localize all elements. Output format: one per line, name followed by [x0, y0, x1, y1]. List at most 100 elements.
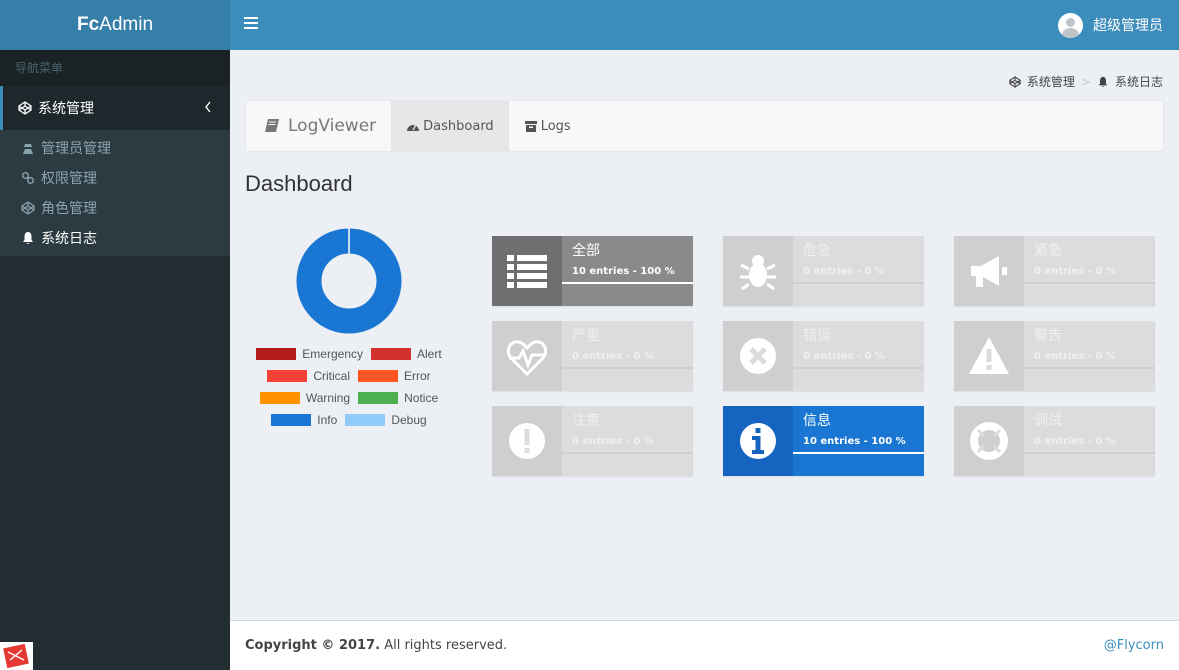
life-ring-icon: [954, 406, 1024, 476]
author-link[interactable]: @Flycorn: [1104, 638, 1164, 653]
tab-label: Logs: [540, 118, 571, 134]
bug-icon: [723, 236, 793, 306]
sidebar-header: 导航菜单: [0, 50, 230, 86]
legend-swatch: [358, 392, 399, 404]
level-entries: 0 entries - 0 %: [803, 351, 885, 362]
level-name: 调试: [1034, 413, 1062, 429]
level-box[interactable]: 警告 0 entries - 0 %: [954, 321, 1155, 391]
debugbar-icon[interactable]: [0, 642, 33, 670]
codepen-icon: [18, 101, 32, 115]
level-progress-bar: [793, 282, 924, 284]
sidebar-item-permissions[interactable]: 权限管理: [0, 163, 230, 193]
breadcrumb-item-system[interactable]: 系统管理: [1027, 73, 1075, 90]
level-box[interactable]: 严重 0 entries - 0 %: [492, 321, 693, 391]
legend-row: Critical Error: [245, 365, 453, 387]
sidebar-item-roles[interactable]: 角色管理: [0, 193, 230, 223]
user-menu[interactable]: 超级管理员: [1058, 12, 1163, 38]
level-box-content: 注意 0 entries - 0 %: [562, 406, 693, 453]
level-progress-bar: [1024, 452, 1155, 454]
level-entries: 0 entries - 0 %: [1034, 436, 1116, 447]
level-progress-bar: [562, 367, 693, 369]
logviewer-brand[interactable]: LogViewer: [246, 101, 391, 151]
tab-dashboard[interactable]: Dashboard: [391, 101, 509, 151]
level-progress-bar: [562, 452, 693, 454]
level-box[interactable]: 紧急 0 entries - 0 %: [954, 236, 1155, 306]
level-entries: 10 entries - 100 %: [803, 436, 906, 447]
level-box-content: 警告 0 entries - 0 %: [1024, 321, 1155, 368]
legend-swatch: [259, 392, 300, 404]
breadcrumb-item-logs: 系统日志: [1114, 75, 1163, 89]
legend-item-info[interactable]: Info: [271, 413, 337, 427]
copyright-rest: All rights reserved.: [380, 638, 508, 653]
level-entries: 0 entries - 0 %: [572, 351, 654, 362]
level-name: 危急: [803, 243, 831, 259]
codepen-icon: [1009, 75, 1021, 88]
sidebar-item-label: 角色管理: [41, 201, 97, 217]
user-secret-icon: [23, 144, 33, 154]
legend-item-notice[interactable]: Notice: [358, 391, 438, 405]
legend-swatch: [345, 414, 386, 426]
level-progress-fill: [562, 282, 693, 284]
level-entries: 0 entries - 0 %: [803, 266, 885, 277]
dashboard-icon: [407, 124, 420, 131]
sidebar-item-label: 权限管理: [41, 171, 97, 187]
bullhorn-icon: [954, 236, 1024, 306]
level-name: 注意: [572, 413, 600, 429]
level-box[interactable]: 调试 0 entries - 0 %: [954, 406, 1155, 476]
legend-label: Alert: [417, 347, 442, 361]
user-name: 超级管理员: [1093, 18, 1163, 34]
level-box-content: 危急 0 entries - 0 %: [793, 236, 924, 283]
legend-item-warning[interactable]: Warning: [259, 391, 351, 405]
page-title: Dashboard: [245, 171, 353, 196]
breadcrumb: 系统管理 > 系统日志: [1009, 73, 1163, 90]
level-progress-bar: [793, 452, 924, 454]
info-circle-icon: [723, 406, 793, 476]
level-entries: 10 entries - 100 %: [572, 266, 675, 277]
level-box[interactable]: 注意 0 entries - 0 %: [492, 406, 693, 476]
legend-item-alert[interactable]: Alert: [371, 347, 442, 361]
sidebar-toggle-button[interactable]: [244, 17, 258, 31]
legend-row: Emergency Alert: [245, 343, 453, 365]
sidebar-item-system-logs[interactable]: 系统日志: [0, 223, 230, 253]
tab-label: Dashboard: [423, 118, 494, 134]
level-box[interactable]: 全部 10 entries - 100 %: [492, 236, 693, 306]
log-level-chart: Emergency Alert Critical Error Warning Notice…: [245, 225, 453, 431]
legend-item-debug[interactable]: Debug: [345, 413, 427, 427]
book-icon: [265, 119, 279, 132]
legend-label: Debug: [391, 413, 427, 427]
level-box[interactable]: 错误 0 entries - 0 %: [723, 321, 924, 391]
legend-label: Warning: [305, 391, 351, 405]
level-name: 全部: [572, 243, 600, 259]
sidebar-item-label: 管理员管理: [41, 141, 111, 157]
chart-legend: Emergency Alert Critical Error Warning Notice…: [245, 343, 453, 431]
breadcrumb-separator: >: [1080, 74, 1091, 89]
app-logo[interactable]: FcAdmin: [0, 0, 230, 50]
logviewer-navbar: LogViewer Dashboard Logs: [245, 100, 1164, 152]
legend-label: Notice: [404, 391, 439, 405]
legend-item-critical[interactable]: Critical: [267, 369, 350, 383]
exclamation-circle-icon: [492, 406, 562, 476]
level-name: 错误: [803, 328, 831, 344]
sidebar-item-system-management[interactable]: 系统管理: [0, 86, 230, 130]
times-circle-icon: [723, 321, 793, 391]
link-icon: [22, 172, 34, 184]
level-box[interactable]: 信息 10 entries - 100 %: [723, 406, 924, 476]
level-name: 严重: [572, 328, 600, 344]
level-name: 警告: [1034, 328, 1062, 344]
legend-label: Critical: [313, 369, 350, 383]
warning-icon: [954, 321, 1024, 391]
copyright-bold: Copyright © 2017.: [245, 638, 381, 653]
legend-item-emergency[interactable]: Emergency: [256, 347, 363, 361]
legend-swatch: [358, 370, 398, 382]
sidebar-item-admins[interactable]: 管理员管理: [0, 133, 230, 163]
sidebar-item-label: 系统管理: [38, 101, 94, 117]
heartbeat-icon: [492, 321, 562, 391]
logo-bold-text: Fc: [76, 14, 100, 35]
level-progress-bar: [793, 367, 924, 369]
user-avatar-icon: [1058, 12, 1083, 38]
legend-item-error[interactable]: Error: [358, 369, 431, 383]
level-box[interactable]: 危急 0 entries - 0 %: [723, 236, 924, 306]
level-name: 紧急: [1034, 243, 1062, 259]
archive-icon: [524, 120, 537, 132]
tab-logs[interactable]: Logs: [509, 101, 586, 151]
